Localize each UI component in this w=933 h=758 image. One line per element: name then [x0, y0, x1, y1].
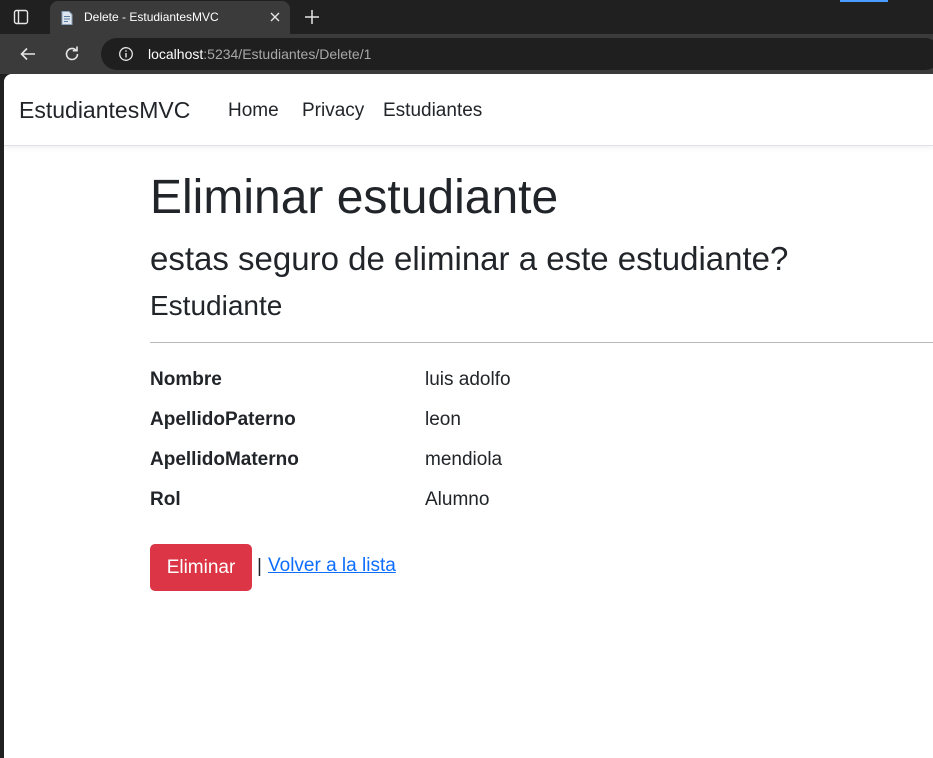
- plus-icon[interactable]: [302, 7, 322, 27]
- back-to-list-link[interactable]: Volver a la lista: [268, 555, 396, 577]
- page-title: Eliminar estudiante: [150, 171, 559, 224]
- back-arrow-icon[interactable]: [18, 44, 38, 64]
- page-viewport: EstudiantesMVC Home Privacy Estudiantes …: [4, 74, 933, 758]
- window-accent: [840, 0, 888, 2]
- delete-button[interactable]: Eliminar: [150, 544, 252, 591]
- section-heading: Estudiante: [150, 290, 283, 321]
- browser-tab-active[interactable]: Delete - EstudiantesMVC: [50, 1, 290, 34]
- field-value-apellido-paterno: leon: [425, 409, 461, 430]
- address-bar[interactable]: localhost:5234/Estudiantes/Delete/1: [101, 38, 933, 70]
- nav-link-home[interactable]: Home: [228, 100, 279, 122]
- separator: |: [257, 556, 262, 577]
- confirm-question: estas seguro de eliminar a este estudian…: [150, 240, 789, 277]
- url-text: localhost:5234/Estudiantes/Delete/1: [148, 46, 371, 62]
- browser-tab-strip: Delete - EstudiantesMVC: [0, 0, 933, 34]
- field-value-rol: Alumno: [425, 489, 490, 510]
- field-value-nombre: luis adolfo: [425, 369, 511, 390]
- field-label-rol: Rol: [150, 489, 181, 510]
- divider: [150, 342, 933, 343]
- nav-link-estudiantes[interactable]: Estudiantes: [383, 100, 482, 122]
- url-path: :5234/Estudiantes/Delete/1: [203, 46, 372, 62]
- browser-toolbar: localhost:5234/Estudiantes/Delete/1: [0, 34, 933, 74]
- navbar-brand[interactable]: EstudiantesMVC: [19, 97, 190, 124]
- info-icon[interactable]: [118, 46, 134, 62]
- field-label-apellido-materno: ApellidoMaterno: [150, 449, 299, 470]
- nav-link-privacy[interactable]: Privacy: [302, 100, 364, 122]
- url-host: localhost: [148, 46, 204, 62]
- field-value-apellido-materno: mendiola: [425, 449, 503, 470]
- field-label-nombre: Nombre: [150, 369, 222, 390]
- close-icon[interactable]: [268, 10, 282, 24]
- tab-title: Delete - EstudiantesMVC: [84, 10, 219, 24]
- reload-icon[interactable]: [62, 44, 82, 64]
- field-label-apellido-paterno: ApellidoPaterno: [150, 409, 296, 430]
- tab-actions-icon[interactable]: [12, 8, 30, 26]
- page-favicon-icon: [59, 10, 75, 26]
- site-navbar: EstudiantesMVC Home Privacy Estudiantes: [4, 74, 933, 146]
